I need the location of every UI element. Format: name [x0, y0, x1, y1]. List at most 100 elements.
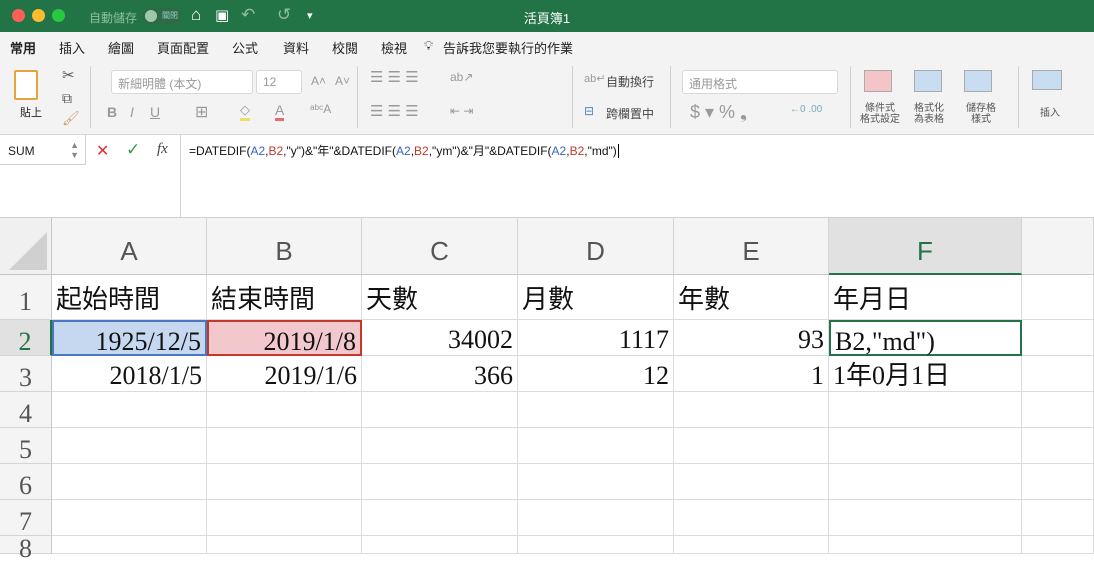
font-name-select[interactable]: 新細明體 (本文) — [111, 70, 253, 94]
tab-draw[interactable]: 繪圖 — [108, 38, 134, 57]
row-header[interactable]: 7 — [0, 500, 52, 536]
cell[interactable] — [829, 464, 1022, 500]
cell[interactable] — [362, 428, 518, 464]
cell[interactable] — [207, 536, 362, 554]
tab-review[interactable]: 校閱 — [332, 38, 358, 57]
column-header[interactable]: A — [52, 218, 207, 275]
column-header[interactable] — [1022, 218, 1094, 275]
cell[interactable]: 1117 — [518, 320, 674, 356]
row-header[interactable]: 1 — [0, 275, 52, 320]
tab-formulas[interactable]: 公式 — [232, 38, 258, 57]
indent-icons[interactable]: ⇤ ⇥ — [450, 104, 473, 118]
cell[interactable]: B2,"md") — [829, 320, 1022, 356]
currency-icon[interactable]: $ ▾ % ❟ — [690, 102, 747, 123]
cell[interactable]: 年月日 — [829, 275, 1022, 320]
underline-button[interactable]: U — [150, 104, 160, 120]
cell[interactable] — [829, 428, 1022, 464]
paste-icon[interactable] — [14, 70, 38, 100]
fill-color-icon[interactable]: ◇ — [240, 102, 250, 121]
cell[interactable] — [362, 392, 518, 428]
cell-styles-icon[interactable] — [964, 70, 992, 92]
tell-me-search[interactable]: 告訴我您要執行的作業 — [443, 38, 573, 57]
cancel-icon[interactable]: ✕ — [96, 141, 109, 161]
column-header[interactable]: B — [207, 218, 362, 275]
tab-page-layout[interactable]: 頁面配置 — [157, 38, 209, 57]
cell[interactable] — [518, 428, 674, 464]
column-header[interactable]: E — [674, 218, 829, 275]
wrap-text-button[interactable]: 自動換行 — [606, 73, 654, 90]
cell[interactable] — [674, 428, 829, 464]
cell[interactable]: 2018/1/5 — [52, 356, 207, 392]
copy-icon[interactable]: ⧉ — [62, 90, 72, 107]
font-color-icon[interactable]: A — [275, 102, 285, 121]
column-header[interactable]: D — [518, 218, 674, 275]
format-painter-icon[interactable]: 🖌︎ — [62, 110, 80, 127]
cell[interactable] — [207, 428, 362, 464]
cell[interactable] — [674, 500, 829, 536]
column-header[interactable]: C — [362, 218, 518, 275]
formula-input[interactable]: =DATEDIF(A2,B2,"y")&"年"&DATEDIF(A2,B2,"y… — [180, 135, 1094, 217]
cell[interactable] — [362, 464, 518, 500]
cell[interactable] — [518, 464, 674, 500]
format-as-table-icon[interactable] — [914, 70, 942, 92]
cell[interactable]: 天數 — [362, 275, 518, 320]
cell[interactable]: 月數 — [518, 275, 674, 320]
cell[interactable]: 2019/1/8 — [207, 320, 362, 356]
cell[interactable] — [674, 464, 829, 500]
column-header[interactable]: F — [829, 218, 1022, 275]
cell[interactable] — [52, 392, 207, 428]
borders-icon[interactable]: ⊞ — [195, 102, 208, 122]
decimal-icons[interactable]: ←0 .00 — [790, 104, 822, 115]
cell[interactable]: 結束時間 — [207, 275, 362, 320]
cell[interactable] — [1022, 320, 1094, 356]
cell[interactable] — [362, 500, 518, 536]
format-as-table-button[interactable]: 格式化 為表格 — [914, 103, 944, 125]
cell[interactable] — [1022, 500, 1094, 536]
increase-font-icon[interactable]: A˄ — [311, 74, 326, 88]
cell[interactable] — [1022, 464, 1094, 500]
cell[interactable] — [207, 392, 362, 428]
italic-button[interactable]: I — [130, 104, 134, 120]
decrease-font-icon[interactable]: A˅ — [335, 74, 350, 88]
cell[interactable] — [829, 392, 1022, 428]
cut-icon[interactable]: ✂ — [62, 66, 75, 84]
cell[interactable] — [829, 500, 1022, 536]
cell[interactable] — [207, 464, 362, 500]
cell[interactable]: 93 — [674, 320, 829, 356]
cell[interactable]: 2019/1/6 — [207, 356, 362, 392]
cell[interactable] — [1022, 392, 1094, 428]
cell[interactable] — [1022, 275, 1094, 320]
cell[interactable] — [518, 536, 674, 554]
cell[interactable] — [52, 428, 207, 464]
cell[interactable] — [362, 536, 518, 554]
cell[interactable] — [207, 500, 362, 536]
cell[interactable] — [52, 536, 207, 554]
conditional-format-icon[interactable] — [864, 70, 892, 92]
phonetic-icon[interactable]: ᵃᵇᶜA — [310, 102, 331, 116]
orientation-icon[interactable]: ab↗ — [450, 70, 473, 84]
conditional-format-button[interactable]: 條件式 格式設定 — [860, 103, 900, 125]
name-box[interactable]: SUM ▲ ▼ — [0, 135, 86, 165]
cell[interactable] — [1022, 536, 1094, 554]
align-horizontal-icons[interactable]: ☰ ☰ ☰ — [370, 102, 419, 120]
cell[interactable]: 12 — [518, 356, 674, 392]
bold-button[interactable]: B — [107, 104, 117, 120]
tab-data[interactable]: 資料 — [283, 38, 309, 57]
cell[interactable] — [52, 500, 207, 536]
tab-insert[interactable]: 插入 — [59, 38, 85, 57]
row-header[interactable]: 6 — [0, 464, 52, 500]
select-all-button[interactable] — [0, 218, 52, 275]
row-header[interactable]: 3 — [0, 356, 52, 392]
cell[interactable] — [518, 392, 674, 428]
align-top-icon[interactable]: ☰ ☰ ☰ — [370, 68, 419, 86]
cell[interactable]: 1年0月1日 — [829, 356, 1022, 392]
cell[interactable] — [674, 392, 829, 428]
cell[interactable] — [674, 536, 829, 554]
cell[interactable]: 年數 — [674, 275, 829, 320]
cell[interactable]: 366 — [362, 356, 518, 392]
row-header[interactable]: 4 — [0, 392, 52, 428]
tab-view[interactable]: 檢視 — [381, 38, 407, 57]
cell[interactable]: 1 — [674, 356, 829, 392]
insert-cells-button[interactable]: 插入 — [1040, 104, 1060, 119]
row-header[interactable]: 2 — [0, 320, 52, 356]
